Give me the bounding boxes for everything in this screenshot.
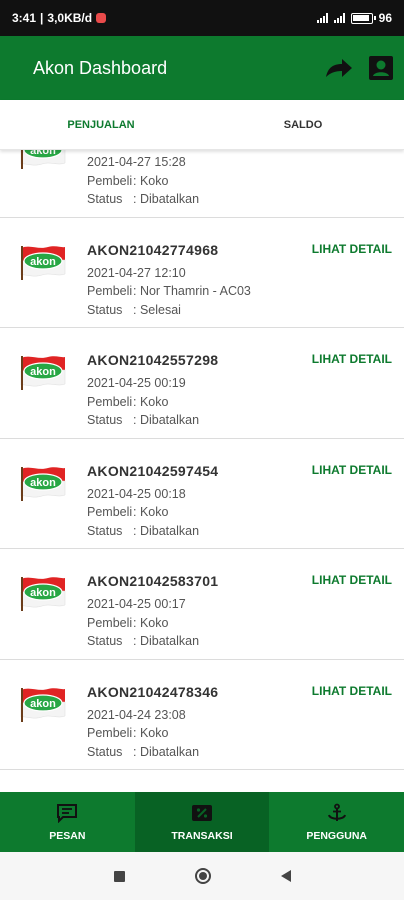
buyer-row: Pembeli: Koko xyxy=(87,724,218,743)
status-value: Dibatalkan xyxy=(139,192,200,206)
buyer-label: Pembeli xyxy=(87,505,133,519)
tab-penjualan[interactable]: PENJUALAN xyxy=(0,100,202,149)
nav-transaksi[interactable]: TRANSAKSI xyxy=(134,792,270,852)
account-box-icon[interactable] xyxy=(368,55,394,81)
buyer-row: Pembeli: Koko xyxy=(87,393,218,412)
logo-text: akon xyxy=(30,366,56,378)
system-navigation-bar xyxy=(0,852,404,900)
akon-logo-icon: akon xyxy=(18,150,68,171)
transaction-item[interactable]: akon AKON21042557298 2021-04-25 00:19 Pe… xyxy=(0,328,404,439)
status-label: Status xyxy=(87,634,123,648)
akon-logo-icon: akon xyxy=(18,354,68,392)
transaction-code: AKON21042557298 xyxy=(87,352,219,368)
status-bar: 3:41 | 3,0KB/d 96 xyxy=(0,0,404,36)
akon-logo-icon: akon xyxy=(18,575,68,613)
bottom-navigation: PESAN TRANSAKSI PENGGUNA xyxy=(0,792,404,852)
app-bar: Akon Dashboard xyxy=(0,36,404,100)
signal-icon xyxy=(316,13,328,23)
tab-saldo[interactable]: SALDO xyxy=(202,100,404,149)
buyer-label: Pembeli xyxy=(87,726,133,740)
tab-bar: PENJUALAN SALDO xyxy=(0,100,404,150)
status-row: Status: Dibatalkan xyxy=(87,522,218,541)
anchor-icon xyxy=(327,803,346,821)
akon-logo-icon: akon xyxy=(18,465,68,503)
buyer-value: Koko xyxy=(139,394,169,409)
status-label: Status xyxy=(87,413,123,427)
buyer-label: Pembeli xyxy=(87,284,133,298)
transaction-item[interactable]: akon AKON21042583701 2021-04-25 00:17 Pe… xyxy=(0,549,404,660)
buyer-row: Pembeli: Koko xyxy=(87,503,218,522)
status-speed: 3,0KB/d xyxy=(47,11,93,25)
lihat-detail-button[interactable]: LIHAT DETAIL xyxy=(312,242,392,256)
notification-icon xyxy=(96,13,107,23)
status-value: Dibatalkan xyxy=(139,744,200,759)
app-title: Akon Dashboard xyxy=(33,57,168,78)
status-value: Dibatalkan xyxy=(139,634,200,648)
status-row: Status: Dibatalkan xyxy=(87,190,199,209)
lihat-detail-button[interactable]: LIHAT DETAIL xyxy=(312,463,392,477)
transaction-date: 2021-04-25 00:19 xyxy=(87,376,186,390)
transaction-date: 2021-04-25 00:18 xyxy=(87,486,186,501)
buyer-value: Nor Thamrin - AC03 xyxy=(139,284,251,298)
status-label: Status xyxy=(87,302,123,317)
buyer-label: Pembeli xyxy=(87,615,133,630)
logo-text: akon xyxy=(30,698,56,710)
buyer-row: Pembeli: Koko xyxy=(87,614,218,633)
transaction-date: 2021-04-27 15:28 xyxy=(87,155,186,169)
transaction-list[interactable]: akon 2021-04-27 15:28 Pembeli: Koko Stat… xyxy=(0,150,404,792)
lihat-detail-button[interactable]: LIHAT DETAIL xyxy=(312,684,392,698)
buyer-value: Koko xyxy=(139,173,169,188)
arrow-forward-icon[interactable] xyxy=(324,57,354,79)
transaction-code: AKON21042478346 xyxy=(87,683,219,700)
transaction-item[interactable]: akon AKON21042478346 2021-04-24 23:08 Pe… xyxy=(0,660,404,770)
message-icon xyxy=(57,803,78,823)
status-label: Status xyxy=(87,523,123,538)
nav-pengguna[interactable]: PENGGUNA xyxy=(269,792,404,852)
logo-text: akon xyxy=(30,150,56,157)
buyer-value: Koko xyxy=(139,726,169,740)
status-row: Status: Dibatalkan xyxy=(87,743,218,762)
percent-receipt-icon xyxy=(192,804,212,821)
status-row: Status: Dibatalkan xyxy=(87,411,218,430)
transaction-date: 2021-04-25 00:17 xyxy=(87,597,186,611)
status-value: Dibatalkan xyxy=(139,413,200,427)
transaction-code: AKON21042774968 xyxy=(87,241,219,258)
lihat-detail-button[interactable]: LIHAT DETAIL xyxy=(312,573,392,587)
akon-logo-icon: akon xyxy=(18,244,68,282)
buyer-row: Pembeli: Nor Thamrin - AC03 xyxy=(87,282,251,301)
signal-2-icon xyxy=(333,13,345,23)
transaction-item[interactable]: akon AKON21042597454 2021-04-25 00:18 Pe… xyxy=(0,439,404,549)
status-label: Status xyxy=(87,192,123,206)
battery-icon xyxy=(350,12,376,24)
akon-logo-icon: akon xyxy=(18,686,68,724)
status-time: 3:41 xyxy=(12,11,37,25)
logo-text: akon xyxy=(30,477,56,489)
transaction-code: AKON21042597454 xyxy=(87,462,219,479)
status-label: Status xyxy=(87,744,123,759)
buyer-label: Pembeli xyxy=(87,173,133,188)
transaction-item[interactable]: akon AKON21042774968 2021-04-27 12:10 Pe… xyxy=(0,218,404,328)
logo-text: akon xyxy=(30,256,56,268)
recent-apps-button[interactable] xyxy=(113,870,125,882)
transaction-code: AKON21042583701 xyxy=(87,573,219,589)
transaction-date: 2021-04-27 12:10 xyxy=(87,265,186,280)
logo-text: akon xyxy=(30,587,56,599)
back-button[interactable] xyxy=(280,870,291,882)
status-row: Status: Dibatalkan xyxy=(87,632,218,651)
transaction-date: 2021-04-24 23:08 xyxy=(87,707,186,722)
status-value: Dibatalkan xyxy=(139,523,200,538)
buyer-row: Pembeli: Koko xyxy=(87,172,199,191)
buyer-label: Pembeli xyxy=(87,394,133,409)
home-button[interactable] xyxy=(194,868,211,884)
buyer-value: Koko xyxy=(139,505,169,519)
status-row: Status: Selesai xyxy=(87,301,251,320)
transaction-item[interactable]: akon 2021-04-27 15:28 Pembeli: Koko Stat… xyxy=(0,150,404,218)
nav-pesan[interactable]: PESAN xyxy=(0,792,135,852)
buyer-value: Koko xyxy=(139,615,169,630)
status-value: Selesai xyxy=(139,302,181,317)
battery-level: 96 xyxy=(378,11,392,25)
transaction-code xyxy=(87,150,199,151)
lihat-detail-button[interactable]: LIHAT DETAIL xyxy=(312,352,392,366)
